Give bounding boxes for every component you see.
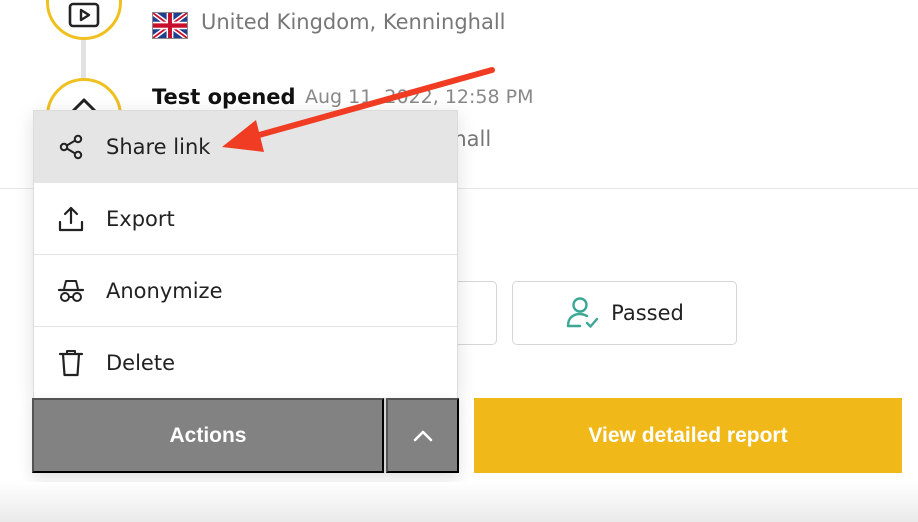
actions-button[interactable]: Actions <box>32 398 384 473</box>
menu-item-share-link[interactable]: Share link <box>34 111 457 183</box>
chevron-up-icon <box>413 430 432 441</box>
passed-label: Passed <box>611 301 684 325</box>
incognito-icon <box>56 276 86 306</box>
menu-item-anonymize[interactable]: Anonymize <box>34 255 457 327</box>
actions-split-button: Actions <box>32 398 459 473</box>
menu-item-export[interactable]: Export <box>34 183 457 255</box>
menu-item-label: Export <box>106 206 175 231</box>
play-video-icon <box>68 2 100 28</box>
view-detailed-report-button[interactable]: View detailed report <box>474 398 902 473</box>
user-check-icon <box>566 297 599 328</box>
menu-item-label: Anonymize <box>106 278 223 303</box>
timeline-connector <box>81 40 86 80</box>
event-title: Test opened <box>152 85 296 109</box>
actions-dropdown-menu: Share link Export Anonymize Delete <box>33 110 458 400</box>
previous-event-location: United Kingdom, Kenninghall <box>201 10 506 34</box>
menu-item-label: Share link <box>106 134 211 159</box>
page-bottom-shadow <box>0 482 918 522</box>
uk-flag-icon <box>151 10 189 41</box>
passed-status-button[interactable]: Passed <box>512 281 737 345</box>
menu-item-delete[interactable]: Delete <box>34 327 457 399</box>
trash-icon <box>56 348 86 378</box>
share-icon <box>56 132 86 162</box>
timeline-node-video <box>46 0 122 40</box>
menu-item-label: Delete <box>106 351 175 375</box>
candidate-result-page: United Kingdom, Kenninghall Test opened … <box>0 0 918 522</box>
event-timestamp: Aug 11, 2022, 12:58 PM <box>305 86 534 108</box>
actions-toggle-button[interactable] <box>386 398 459 473</box>
export-upload-icon <box>56 204 86 234</box>
